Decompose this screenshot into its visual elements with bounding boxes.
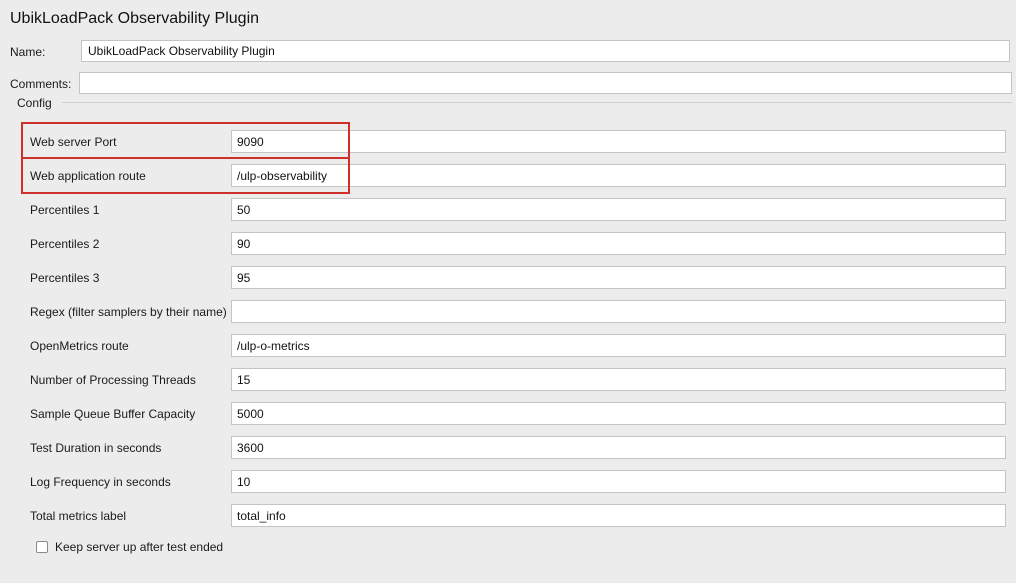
percentiles-2-input[interactable] (231, 232, 1006, 255)
openmetrics-route-input[interactable] (231, 334, 1006, 357)
keep-server-up-checkbox[interactable] (36, 541, 48, 553)
comments-label: Comments: (10, 77, 72, 91)
percentiles-1-input[interactable] (231, 198, 1006, 221)
percentiles-1-label: Percentiles 1 (30, 203, 100, 217)
test-duration-input[interactable] (231, 436, 1006, 459)
config-divider (62, 102, 1012, 103)
log-frequency-input[interactable] (231, 470, 1006, 493)
total-metrics-label: Total metrics label (30, 509, 127, 523)
log-frequency-label: Log Frequency in seconds (30, 475, 171, 489)
keep-server-up-label: Keep server up after test ended (55, 540, 224, 554)
test-duration-label: Test Duration in seconds (30, 441, 162, 455)
web-server-port-label: Web server Port (30, 135, 117, 149)
web-server-port-input[interactable] (231, 130, 1006, 153)
panel-title: UbikLoadPack Observability Plugin (10, 10, 260, 27)
name-label: Name: (10, 45, 46, 59)
total-metrics-input[interactable] (231, 504, 1006, 527)
regex-filter-input[interactable] (231, 300, 1006, 323)
processing-threads-label: Number of Processing Threads (30, 373, 196, 387)
processing-threads-input[interactable] (231, 368, 1006, 391)
web-application-route-label: Web application route (30, 169, 146, 183)
queue-buffer-capacity-input[interactable] (231, 402, 1006, 425)
openmetrics-route-label: OpenMetrics route (30, 339, 129, 353)
percentiles-3-label: Percentiles 3 (30, 271, 100, 285)
comments-input[interactable] (79, 72, 1012, 94)
percentiles-2-label: Percentiles 2 (30, 237, 100, 251)
name-input[interactable] (81, 40, 1010, 62)
percentiles-3-input[interactable] (231, 266, 1006, 289)
queue-buffer-capacity-label: Sample Queue Buffer Capacity (30, 407, 196, 421)
web-application-route-input[interactable] (231, 164, 1006, 187)
config-legend: Config (17, 96, 56, 110)
regex-filter-label: Regex (filter samplers by their name) (30, 305, 227, 319)
keep-server-up-checkbox-row[interactable]: Keep server up after test ended (36, 540, 223, 554)
